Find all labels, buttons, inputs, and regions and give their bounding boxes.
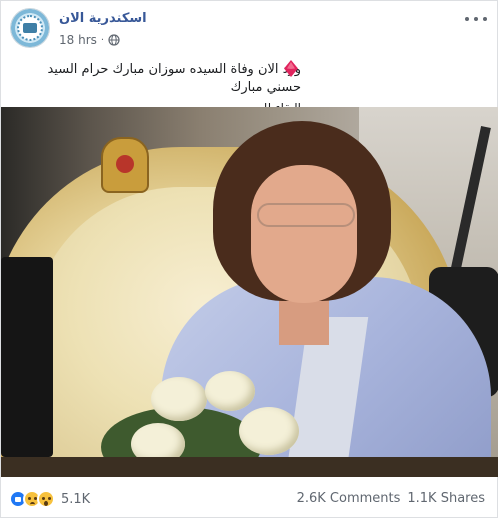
post-time[interactable]: 18 hrs — [59, 33, 97, 47]
page-name[interactable]: اسكندرية الان — [59, 11, 147, 26]
post-header: اسكندرية الان 18 hrs · — [1, 1, 497, 55]
photo-table — [1, 457, 498, 477]
avatar-emblem — [23, 23, 37, 33]
photo-face — [251, 165, 357, 303]
photo-screen — [1, 257, 53, 457]
globe-icon[interactable] — [108, 34, 120, 46]
post-meta: 18 hrs · — [59, 32, 120, 48]
post-photo[interactable] — [1, 107, 498, 477]
flower — [205, 371, 255, 411]
post-stats: 2.6K Comments 1.1K Shares — [297, 491, 485, 506]
post-text-line1: ورد الان وفاة السيده سوزان مبارك حرام ال… — [47, 62, 301, 95]
meta-separator: · — [100, 34, 105, 46]
comments-count[interactable]: 2.6K Comments — [297, 491, 401, 506]
more-options-icon[interactable] — [465, 13, 487, 25]
facebook-post: اسكندرية الان 18 hrs · ورد الان وفاة الس… — [0, 0, 498, 518]
red-diamond-icon — [284, 60, 298, 77]
post-footer: 5.1K 2.6K Comments 1.1K Shares — [1, 477, 497, 518]
flower — [151, 377, 207, 421]
more-dot — [465, 17, 469, 21]
flower — [239, 407, 299, 455]
photo-crest-emblem — [116, 155, 134, 173]
wow-icon — [37, 490, 55, 508]
photo-glasses — [257, 203, 355, 227]
reactions-summary[interactable]: 5.1K — [9, 490, 90, 508]
reaction-count[interactable]: 5.1K — [61, 492, 90, 507]
page-avatar[interactable] — [10, 8, 50, 48]
more-dot — [483, 17, 487, 21]
shares-count[interactable]: 1.1K Shares — [407, 491, 485, 506]
more-dot — [474, 17, 478, 21]
